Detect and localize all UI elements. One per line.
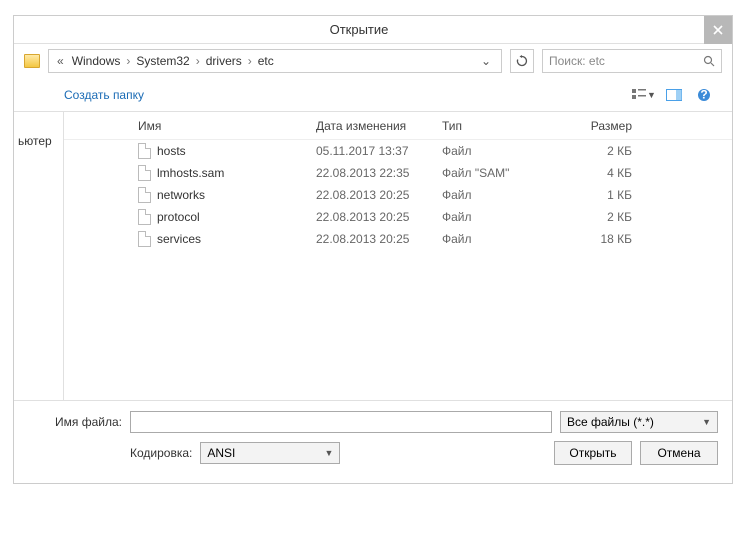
- navigation-pane[interactable]: ьютер: [14, 112, 64, 400]
- file-list: Имя Дата изменения Тип Размер hosts 05.1…: [64, 112, 732, 400]
- view-mode-button[interactable]: ▼: [630, 83, 658, 107]
- file-date: 22.08.2013 20:25: [316, 232, 442, 246]
- chevron-down-icon: ▼: [702, 417, 711, 427]
- file-icon: [138, 143, 151, 159]
- file-date: 22.08.2013 22:35: [316, 166, 442, 180]
- breadcrumb-seg-windows[interactable]: Windows: [70, 54, 123, 68]
- encoding-label: Кодировка:: [130, 446, 192, 460]
- encoding-value: ANSI: [207, 446, 235, 460]
- file-size: 2 КБ: [560, 144, 650, 158]
- new-folder-button[interactable]: Создать папку: [28, 88, 144, 102]
- toolbar: Создать папку ▼ ?: [14, 78, 732, 112]
- chevron-right-icon[interactable]: ›: [124, 54, 132, 68]
- open-button[interactable]: Открыть: [554, 441, 632, 465]
- file-icon: [138, 187, 151, 203]
- file-row[interactable]: protocol 22.08.2013 20:25 Файл 2 КБ: [64, 206, 732, 228]
- file-rows: hosts 05.11.2017 13:37 Файл 2 КБ lmhosts…: [64, 140, 732, 250]
- svg-text:?: ?: [700, 88, 707, 102]
- search-icon: [703, 55, 715, 67]
- breadcrumb-dropdown[interactable]: ⌄: [475, 54, 497, 68]
- col-header-size[interactable]: Размер: [560, 119, 650, 133]
- refresh-button[interactable]: [510, 49, 534, 73]
- file-row[interactable]: hosts 05.11.2017 13:37 Файл 2 КБ: [64, 140, 732, 162]
- encoding-select[interactable]: ANSI ▼: [200, 442, 340, 464]
- search-placeholder: Поиск: etc: [549, 54, 605, 68]
- file-icon: [138, 231, 151, 247]
- dialog-body: ьютер Имя Дата изменения Тип Размер host…: [14, 112, 732, 400]
- search-input[interactable]: Поиск: etc: [542, 49, 722, 73]
- file-type-filter[interactable]: Все файлы (*.*) ▼: [560, 411, 718, 433]
- chevron-right-icon[interactable]: ›: [194, 54, 202, 68]
- close-button[interactable]: [704, 16, 732, 44]
- file-date: 05.11.2017 13:37: [316, 144, 442, 158]
- filter-value: Все файлы (*.*): [567, 415, 654, 429]
- folder-icon: [24, 54, 40, 68]
- file-row[interactable]: networks 22.08.2013 20:25 Файл 1 КБ: [64, 184, 732, 206]
- breadcrumb-prefix: «: [53, 54, 68, 68]
- filename-label: Имя файла:: [28, 415, 122, 429]
- preview-pane-button[interactable]: [660, 83, 688, 107]
- file-type: Файл: [442, 232, 560, 246]
- file-size: 4 КБ: [560, 166, 650, 180]
- file-type: Файл: [442, 210, 560, 224]
- col-header-type[interactable]: Тип: [442, 119, 560, 133]
- file-name: networks: [157, 188, 205, 202]
- file-size: 1 КБ: [560, 188, 650, 202]
- file-type: Файл: [442, 144, 560, 158]
- file-icon: [138, 209, 151, 225]
- chevron-down-icon: ▼: [324, 448, 333, 458]
- address-bar-row: « Windows › System32 › drivers › etc ⌄ П…: [14, 44, 732, 78]
- dialog-footer: Имя файла: Все файлы (*.*) ▼ Кодировка: …: [14, 400, 732, 483]
- file-icon: [138, 165, 151, 181]
- cancel-button[interactable]: Отмена: [640, 441, 718, 465]
- breadcrumb-seg-system32[interactable]: System32: [134, 54, 191, 68]
- open-dialog: Открытие « Windows › System32 › drivers …: [13, 15, 733, 484]
- file-name: services: [157, 232, 201, 246]
- file-date: 22.08.2013 20:25: [316, 210, 442, 224]
- window-title: Открытие: [14, 22, 704, 37]
- file-row[interactable]: services 22.08.2013 20:25 Файл 18 КБ: [64, 228, 732, 250]
- file-size: 18 КБ: [560, 232, 650, 246]
- breadcrumb-seg-drivers[interactable]: drivers: [204, 54, 244, 68]
- nav-item-computer[interactable]: ьютер: [18, 134, 63, 148]
- filename-input[interactable]: [130, 411, 552, 433]
- chevron-right-icon[interactable]: ›: [246, 54, 254, 68]
- col-header-date[interactable]: Дата изменения: [316, 119, 442, 133]
- file-name: hosts: [157, 144, 186, 158]
- file-type: Файл "SAM": [442, 166, 560, 180]
- chevron-down-icon: ▼: [647, 90, 656, 100]
- file-row[interactable]: lmhosts.sam 22.08.2013 22:35 Файл "SAM" …: [64, 162, 732, 184]
- titlebar: Открытие: [14, 16, 732, 44]
- file-size: 2 КБ: [560, 210, 650, 224]
- help-button[interactable]: ?: [690, 83, 718, 107]
- file-name: lmhosts.sam: [157, 166, 224, 180]
- file-date: 22.08.2013 20:25: [316, 188, 442, 202]
- column-headers: Имя Дата изменения Тип Размер: [64, 112, 732, 140]
- col-header-name[interactable]: Имя: [64, 119, 316, 133]
- file-name: protocol: [157, 210, 200, 224]
- breadcrumb[interactable]: « Windows › System32 › drivers › etc ⌄: [48, 49, 502, 73]
- file-type: Файл: [442, 188, 560, 202]
- breadcrumb-seg-etc[interactable]: etc: [256, 54, 276, 68]
